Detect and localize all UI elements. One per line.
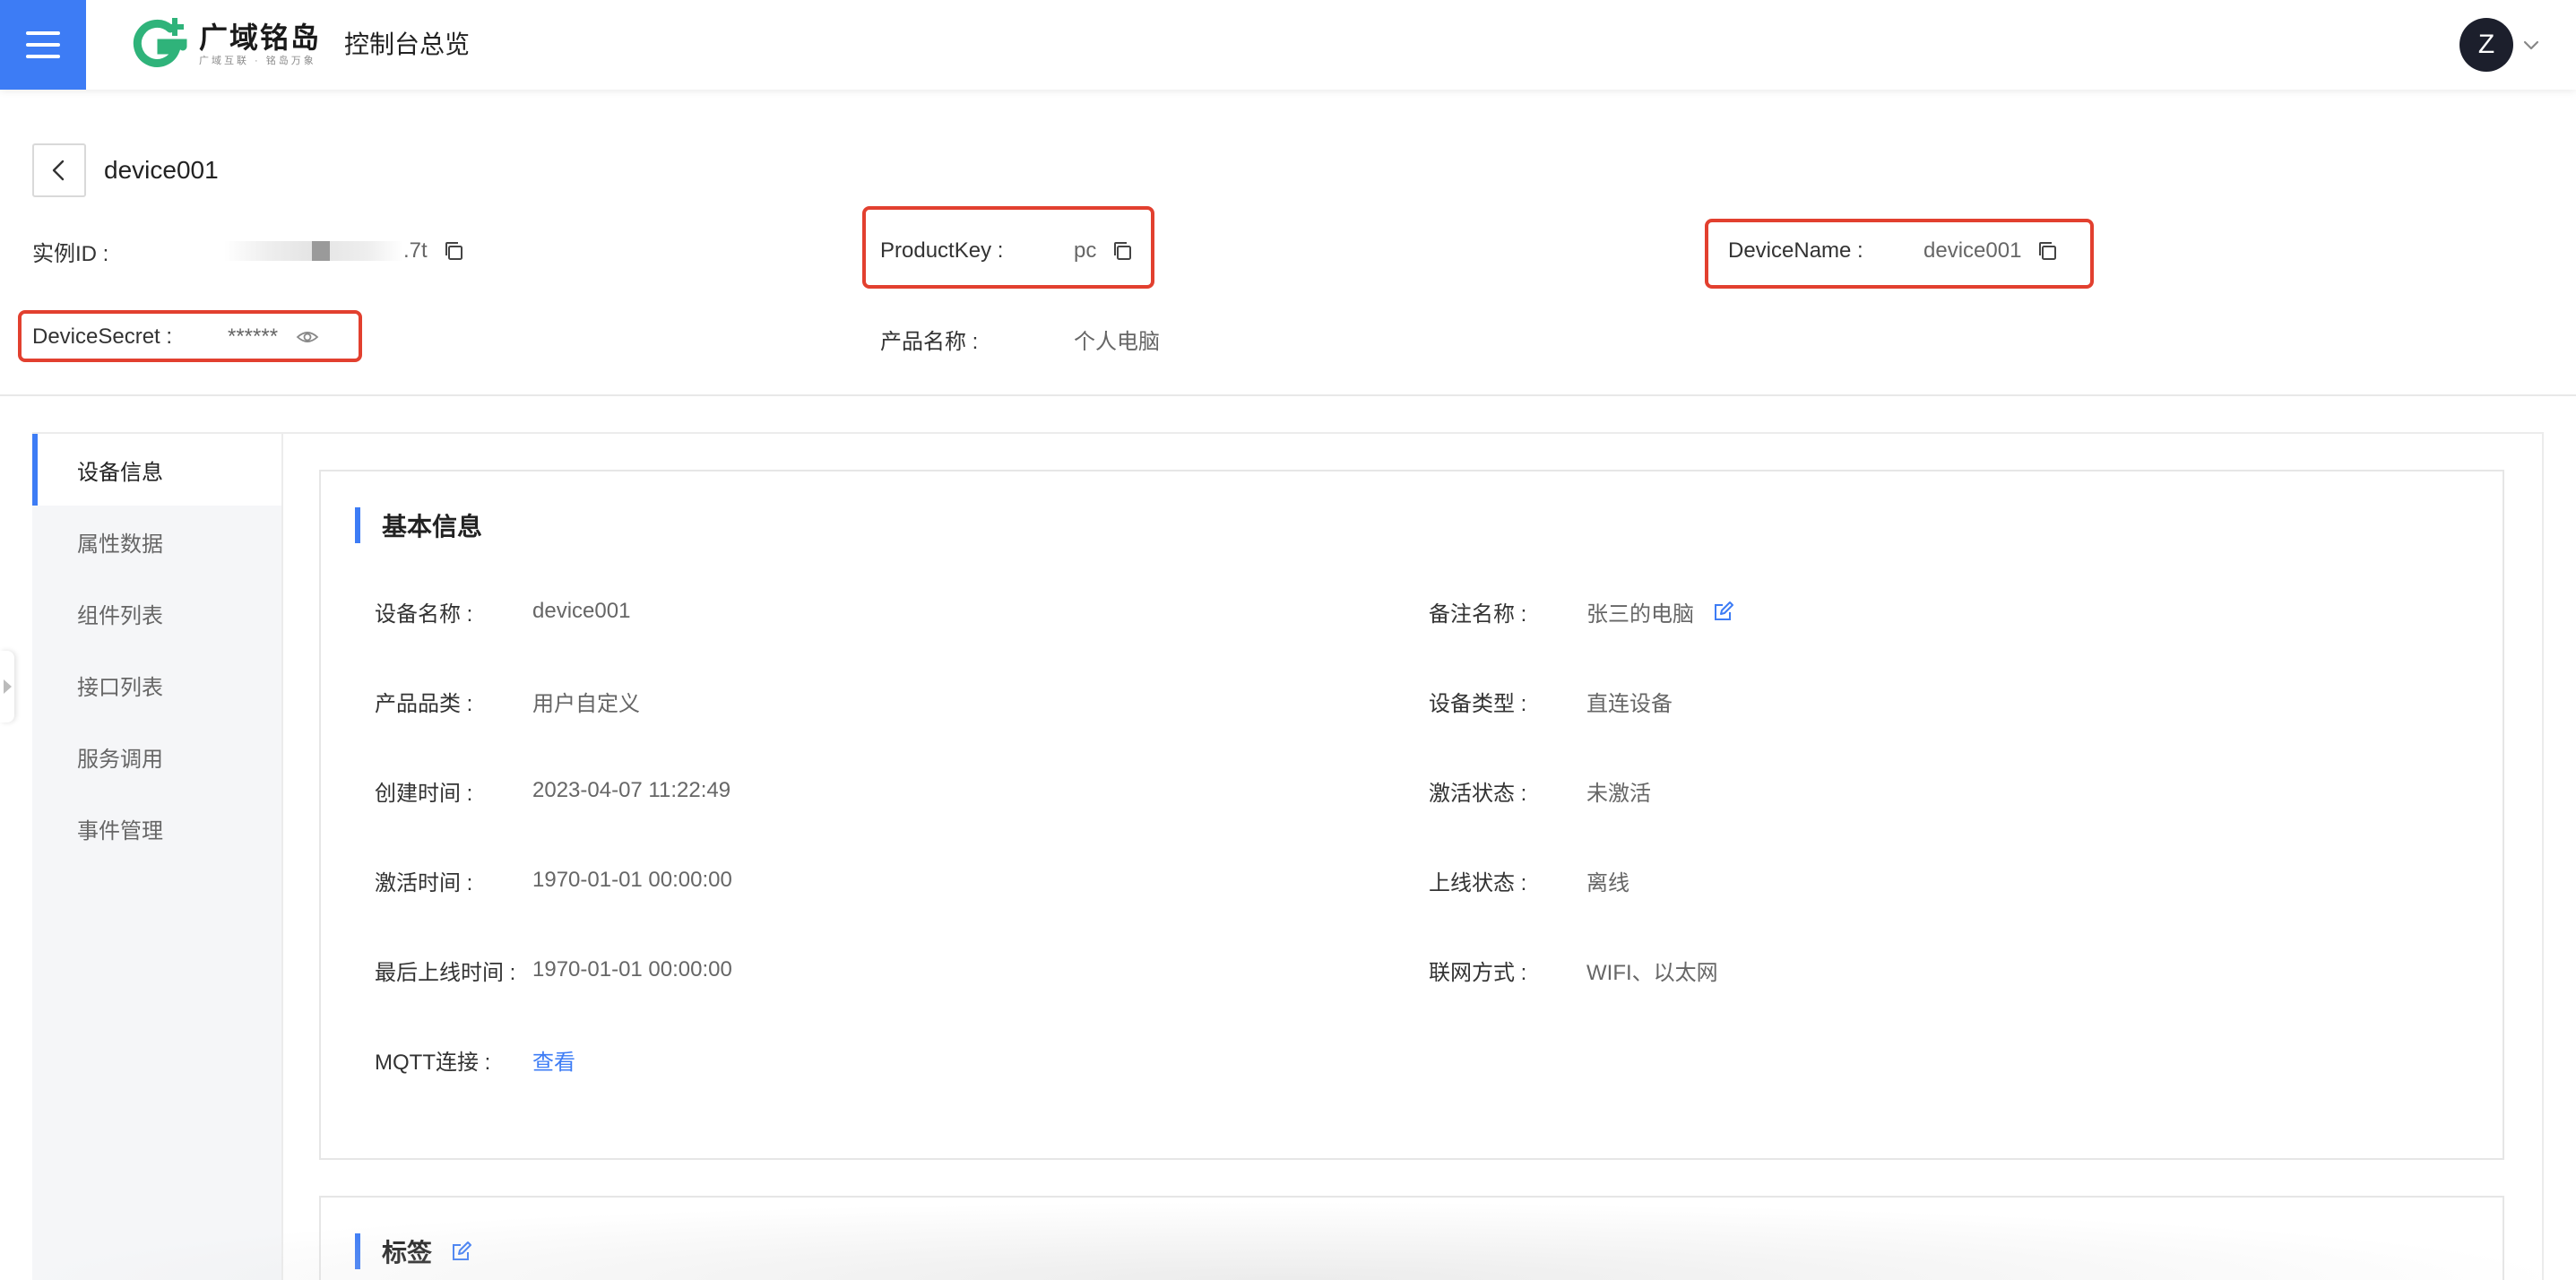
tags-title: 标签 bbox=[355, 1233, 473, 1269]
tags-card bbox=[319, 1196, 2504, 1280]
info-row-online-status: 上线状态 : 离线 bbox=[1429, 870, 1629, 895]
mqtt-view-link[interactable]: 查看 bbox=[532, 1044, 575, 1076]
avatar[interactable]: Z bbox=[2459, 18, 2513, 72]
device-secret-field: DeviceSecret : ****** bbox=[32, 317, 319, 357]
device-secret-value: ****** bbox=[228, 324, 279, 349]
back-button[interactable] bbox=[32, 143, 86, 197]
product-key-label: ProductKey : bbox=[880, 238, 1004, 263]
basic-info-card bbox=[319, 470, 2504, 1160]
console-overview-link[interactable]: 控制台总览 bbox=[344, 27, 470, 63]
info-row-activation-status: 激活状态 : 未激活 bbox=[1429, 781, 1651, 806]
basic-info-title: 基本信息 bbox=[355, 507, 482, 543]
info-row-remark-name: 备注名称 : 张三的电脑 bbox=[1429, 593, 1735, 629]
info-row-mqtt-connection: MQTT连接 : 查看 bbox=[375, 1042, 575, 1077]
info-row-network-mode: 联网方式 : WIFI、以太网 bbox=[1429, 960, 1718, 985]
chevron-left-icon bbox=[52, 160, 65, 181]
edit-icon[interactable] bbox=[450, 1240, 473, 1263]
tab-label: 设备信息 bbox=[77, 460, 163, 485]
tab-label: 组件列表 bbox=[77, 603, 163, 628]
tab-device-info[interactable]: 设备信息 bbox=[32, 434, 281, 506]
logo[interactable]: 广域铭岛 广域互联 · 铭岛万象 bbox=[131, 16, 321, 74]
page-title: device001 bbox=[104, 156, 219, 184]
sidebar-expand-handle[interactable] bbox=[0, 651, 14, 722]
device-name-label: DeviceName : bbox=[1728, 238, 1863, 263]
product-name-label: 产品名称 : bbox=[880, 329, 979, 354]
tags-title-text: 标签 bbox=[382, 1239, 433, 1267]
tab-interface-list[interactable]: 接口列表 bbox=[32, 649, 281, 721]
info-row-activated-time: 激活时间 : 1970-01-01 00:00:00 bbox=[375, 868, 732, 895]
tab-label: 接口列表 bbox=[77, 675, 163, 700]
side-tabs: 设备信息 属性数据 组件列表 接口列表 服务调用 事件管理 bbox=[32, 434, 283, 1280]
copy-icon[interactable] bbox=[442, 239, 465, 263]
logo-name: 广域铭岛 bbox=[199, 22, 322, 54]
tab-component-list[interactable]: 组件列表 bbox=[32, 577, 281, 649]
product-key-value: pc bbox=[1074, 238, 1097, 263]
product-name-field: 产品名称 : 个人电脑 bbox=[880, 319, 1160, 359]
info-row-product-category: 产品品类 : 用户自定义 bbox=[375, 691, 640, 716]
instance-id-value: .7t bbox=[403, 238, 428, 263]
top-bar: 广域铭岛 广域互联 · 铭岛万象 控制台总览 Z bbox=[0, 0, 2576, 90]
tab-label: 属性数据 bbox=[77, 532, 163, 557]
product-name-value: 个人电脑 bbox=[1074, 329, 1160, 354]
tab-label: 服务调用 bbox=[77, 747, 163, 772]
menu-button[interactable] bbox=[0, 0, 86, 90]
masked-instance-id bbox=[224, 241, 403, 261]
info-row-device-name: 设备名称 : device001 bbox=[375, 599, 631, 627]
instance-id-field: 实例ID : .7t bbox=[32, 231, 465, 271]
logo-icon bbox=[133, 18, 187, 67]
menu-icon bbox=[26, 31, 60, 58]
tab-label: 事件管理 bbox=[77, 818, 163, 843]
chevron-down-icon[interactable] bbox=[2520, 34, 2542, 56]
eye-icon[interactable] bbox=[296, 325, 319, 349]
copy-icon[interactable] bbox=[1111, 239, 1134, 263]
info-row-device-type: 设备类型 : 直连设备 bbox=[1429, 691, 1673, 716]
tab-event-management[interactable]: 事件管理 bbox=[32, 792, 281, 864]
copy-icon[interactable] bbox=[2036, 239, 2059, 263]
device-secret-label: DeviceSecret : bbox=[32, 324, 173, 349]
info-row-last-online-time: 最后上线时间 : 1970-01-01 00:00:00 bbox=[375, 957, 732, 985]
tab-service-call[interactable]: 服务调用 bbox=[32, 721, 281, 792]
device-name-value: device001 bbox=[1923, 238, 2022, 263]
product-key-field: ProductKey : pc bbox=[880, 231, 1134, 271]
tab-property-data[interactable]: 属性数据 bbox=[32, 506, 281, 577]
edit-icon[interactable] bbox=[1712, 600, 1735, 623]
logo-slogan: 广域互联 · 铭岛万象 bbox=[199, 56, 316, 66]
header-divider bbox=[0, 394, 2576, 396]
device-name-field: DeviceName : device001 bbox=[1728, 231, 2059, 271]
info-row-created-time: 创建时间 : 2023-04-07 11:22:49 bbox=[375, 778, 731, 806]
instance-id-label: 实例ID : bbox=[32, 241, 109, 266]
